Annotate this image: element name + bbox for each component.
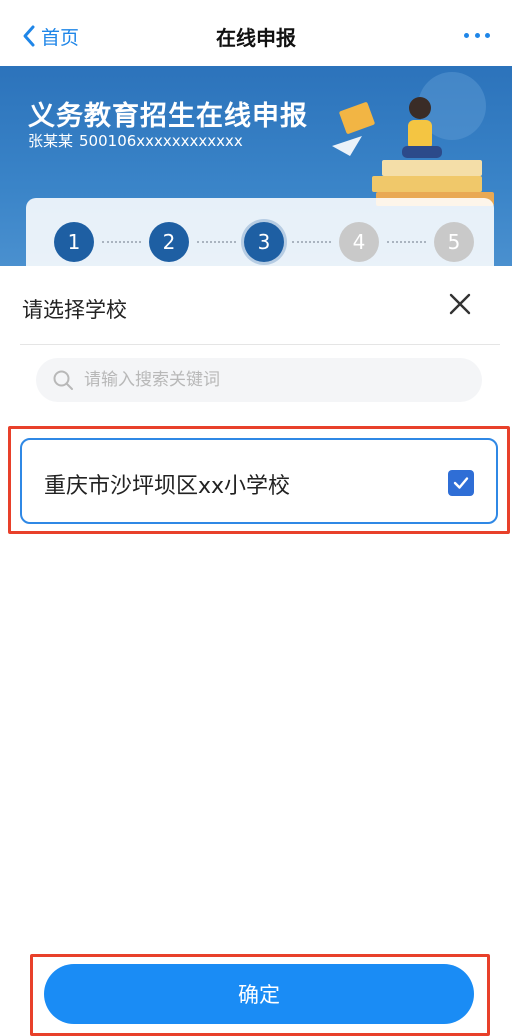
step-3: 3 <box>244 222 284 262</box>
divider <box>20 344 500 345</box>
banner-user-info: 张某某 500106xxxxxxxxxxxx <box>28 130 243 151</box>
user-id: 500106xxxxxxxxxxxx <box>79 132 243 150</box>
step-indicator: 1 2 3 4 5 <box>54 222 474 262</box>
step-connector <box>292 241 331 243</box>
step-connector <box>387 241 426 243</box>
confirm-button[interactable]: 确定 <box>44 964 474 1024</box>
selected-checkbox[interactable] <box>448 470 474 496</box>
banner-title: 义务教育招生在线申报 <box>28 101 308 132</box>
close-icon[interactable] <box>448 292 472 316</box>
banner: 义务教育招生在线申报 张某某 500106xxxxxxxxxxxx 1 2 3 4 5 <box>0 66 512 266</box>
more-dots-icon <box>485 32 490 38</box>
step-connector <box>197 241 236 243</box>
step-4: 4 <box>339 222 379 262</box>
search-input[interactable] <box>84 370 444 390</box>
sheet-title: 请选择学校 <box>22 298 127 322</box>
navigation-bar: 首页 在线申报 <box>0 0 512 66</box>
school-picker-sheet: 请选择学校 重庆市沙坪坝区xx小学校 确定 <box>0 266 512 1036</box>
page-title: 在线申报 <box>216 26 296 50</box>
step-1: 1 <box>54 222 94 262</box>
search-icon <box>53 370 73 390</box>
more-dots-icon <box>464 32 469 38</box>
step-connector <box>102 241 141 243</box>
step-progress-card: 1 2 3 4 5 <box>26 198 494 266</box>
school-name: 重庆市沙坪坝区xx小学校 <box>44 474 291 499</box>
more-dots-icon <box>474 32 480 38</box>
more-button[interactable] <box>464 26 490 44</box>
search-bar[interactable] <box>36 358 482 402</box>
check-icon <box>453 477 469 489</box>
step-5: 5 <box>434 222 474 262</box>
user-name: 张某某 <box>28 132 74 150</box>
school-option[interactable]: 重庆市沙坪坝区xx小学校 <box>20 438 498 524</box>
step-2: 2 <box>149 222 189 262</box>
